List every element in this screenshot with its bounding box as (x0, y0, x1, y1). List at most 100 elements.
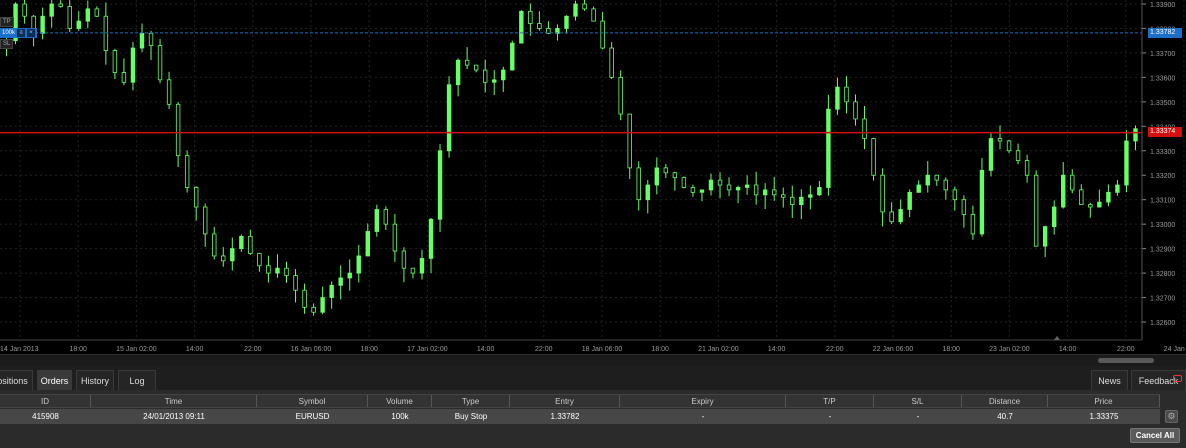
candle-body (40, 15, 45, 34)
x-axis-label: 22:00 (244, 346, 262, 353)
candle-body (654, 167, 660, 186)
gear-icon[interactable]: ⚙ (1165, 410, 1178, 423)
column-header-volume[interactable]: Volume (368, 395, 432, 407)
candle-body (1124, 140, 1129, 186)
candle-body (1106, 191, 1111, 203)
candle-body (1042, 226, 1048, 247)
x-axis-label: 24 Jan 06:00 (1164, 346, 1186, 353)
candle-body (871, 138, 876, 176)
candle-body (284, 267, 289, 276)
column-header-entry[interactable]: Entry (510, 395, 620, 407)
y-axis-label: 1.33200 (1150, 173, 1175, 180)
y-axis-label: 1.33500 (1150, 100, 1175, 107)
candle-body (1015, 150, 1021, 161)
candle-body (681, 177, 687, 188)
candle-body (1070, 174, 1075, 191)
y-axis-label: 1.33000 (1150, 222, 1175, 229)
tab-orders[interactable]: Orders (37, 370, 72, 390)
candle-body (988, 138, 994, 171)
candle-body (230, 248, 235, 262)
candle-body (717, 179, 723, 186)
candle-body (320, 297, 325, 313)
column-header-symbol[interactable]: Symbol (257, 395, 368, 407)
order-sl-tag[interactable]: SL (0, 39, 14, 49)
candle-body (573, 3, 578, 17)
candle-body (175, 103, 181, 157)
trading-app: 1.339001.338001.337001.336001.335001.334… (0, 0, 1186, 448)
scrollbar-thumb[interactable] (1098, 358, 1154, 363)
chart-scrollbar[interactable] (0, 354, 1186, 366)
candle-body (880, 174, 885, 213)
candle-body (49, 3, 54, 17)
order-tp-tag[interactable]: TP (0, 17, 14, 27)
candle-body (473, 64, 479, 71)
tab-feedback[interactable]: Feedback (1131, 370, 1186, 390)
x-axis-label: 18:00 (942, 346, 960, 353)
order-volume: 100k (391, 412, 409, 421)
x-axis-label: 14:00 (1059, 346, 1077, 353)
candle-body (1088, 204, 1093, 208)
order-price: 1.33375 (1089, 412, 1119, 421)
candle-body (1133, 128, 1138, 142)
ask-price-tag: 1.33782 (1148, 28, 1182, 38)
order-tp: - (828, 412, 832, 421)
candle-body (979, 169, 985, 235)
candle-body (925, 174, 930, 186)
x-axis-label: 22:00 (535, 346, 553, 353)
candle-body (582, 3, 587, 10)
column-header-tp[interactable]: T/P (786, 395, 874, 407)
candle-body (645, 184, 650, 201)
order-symbol: EURUSD (295, 412, 330, 421)
x-axis-label: 14:00 (186, 346, 204, 353)
candle-body (428, 218, 434, 259)
pending-order-label[interactable]: 100k ≡ × (0, 28, 38, 38)
candle-body (311, 306, 316, 313)
tab-history[interactable]: History (76, 370, 114, 390)
order-expiry: - (701, 412, 705, 421)
column-header-type[interactable]: Type (432, 395, 510, 407)
candle-body (510, 42, 515, 71)
x-axis-label: 22 Jan 06:00 (873, 346, 914, 353)
y-axis-label: 1.32700 (1150, 296, 1175, 303)
column-header-distance[interactable]: Distance (962, 395, 1048, 407)
x-axis-label: 22:00 (826, 346, 844, 353)
x-axis-label: 14:00 (768, 346, 786, 353)
tab-log[interactable]: Log (118, 370, 156, 390)
candle-body (501, 69, 506, 81)
column-header-id[interactable]: ID (0, 395, 91, 407)
chart-canvas[interactable]: 1.339001.338001.337001.336001.335001.334… (0, 0, 1186, 354)
tab-positions[interactable]: Positions (0, 370, 33, 390)
order-settings-icon[interactable]: ≡ (17, 29, 26, 37)
table-row[interactable]: 415908 24/01/2013 09:11 EURUSD 100k Buy … (0, 409, 1160, 424)
column-header-time[interactable]: Time (91, 395, 257, 407)
price-chart[interactable]: 1.339001.338001.337001.336001.335001.334… (0, 0, 1186, 354)
y-axis-label: 1.32900 (1150, 247, 1175, 254)
x-axis-label: 15 Jan 02:00 (116, 346, 157, 353)
candle-body (356, 255, 361, 274)
candle-body (790, 196, 795, 205)
candle-body (374, 209, 380, 232)
candle-body (365, 231, 370, 257)
column-header-price[interactable]: Price (1048, 395, 1160, 407)
order-volume-label: 100k (2, 30, 16, 36)
candle-body (997, 138, 1003, 142)
column-header-expiry[interactable]: Expiry (620, 395, 786, 407)
candle-body (636, 167, 641, 201)
candle-body (275, 267, 280, 274)
candle-body (934, 174, 939, 181)
column-header-sl[interactable]: S/L (874, 395, 962, 407)
tab-news[interactable]: News (1091, 370, 1128, 390)
candle-body (519, 10, 524, 44)
candle-body (609, 47, 614, 78)
candle-body (817, 187, 822, 196)
candle-body (862, 118, 867, 139)
candle-body (961, 199, 967, 215)
order-close-icon[interactable]: × (27, 29, 36, 37)
cancel-all-button[interactable]: Cancel All (1130, 428, 1180, 443)
candle-body (293, 275, 298, 291)
candle-body (781, 194, 786, 198)
candle-body (329, 284, 334, 298)
candle-body (699, 189, 705, 193)
candle-body (618, 76, 623, 115)
candle-body (112, 50, 118, 73)
